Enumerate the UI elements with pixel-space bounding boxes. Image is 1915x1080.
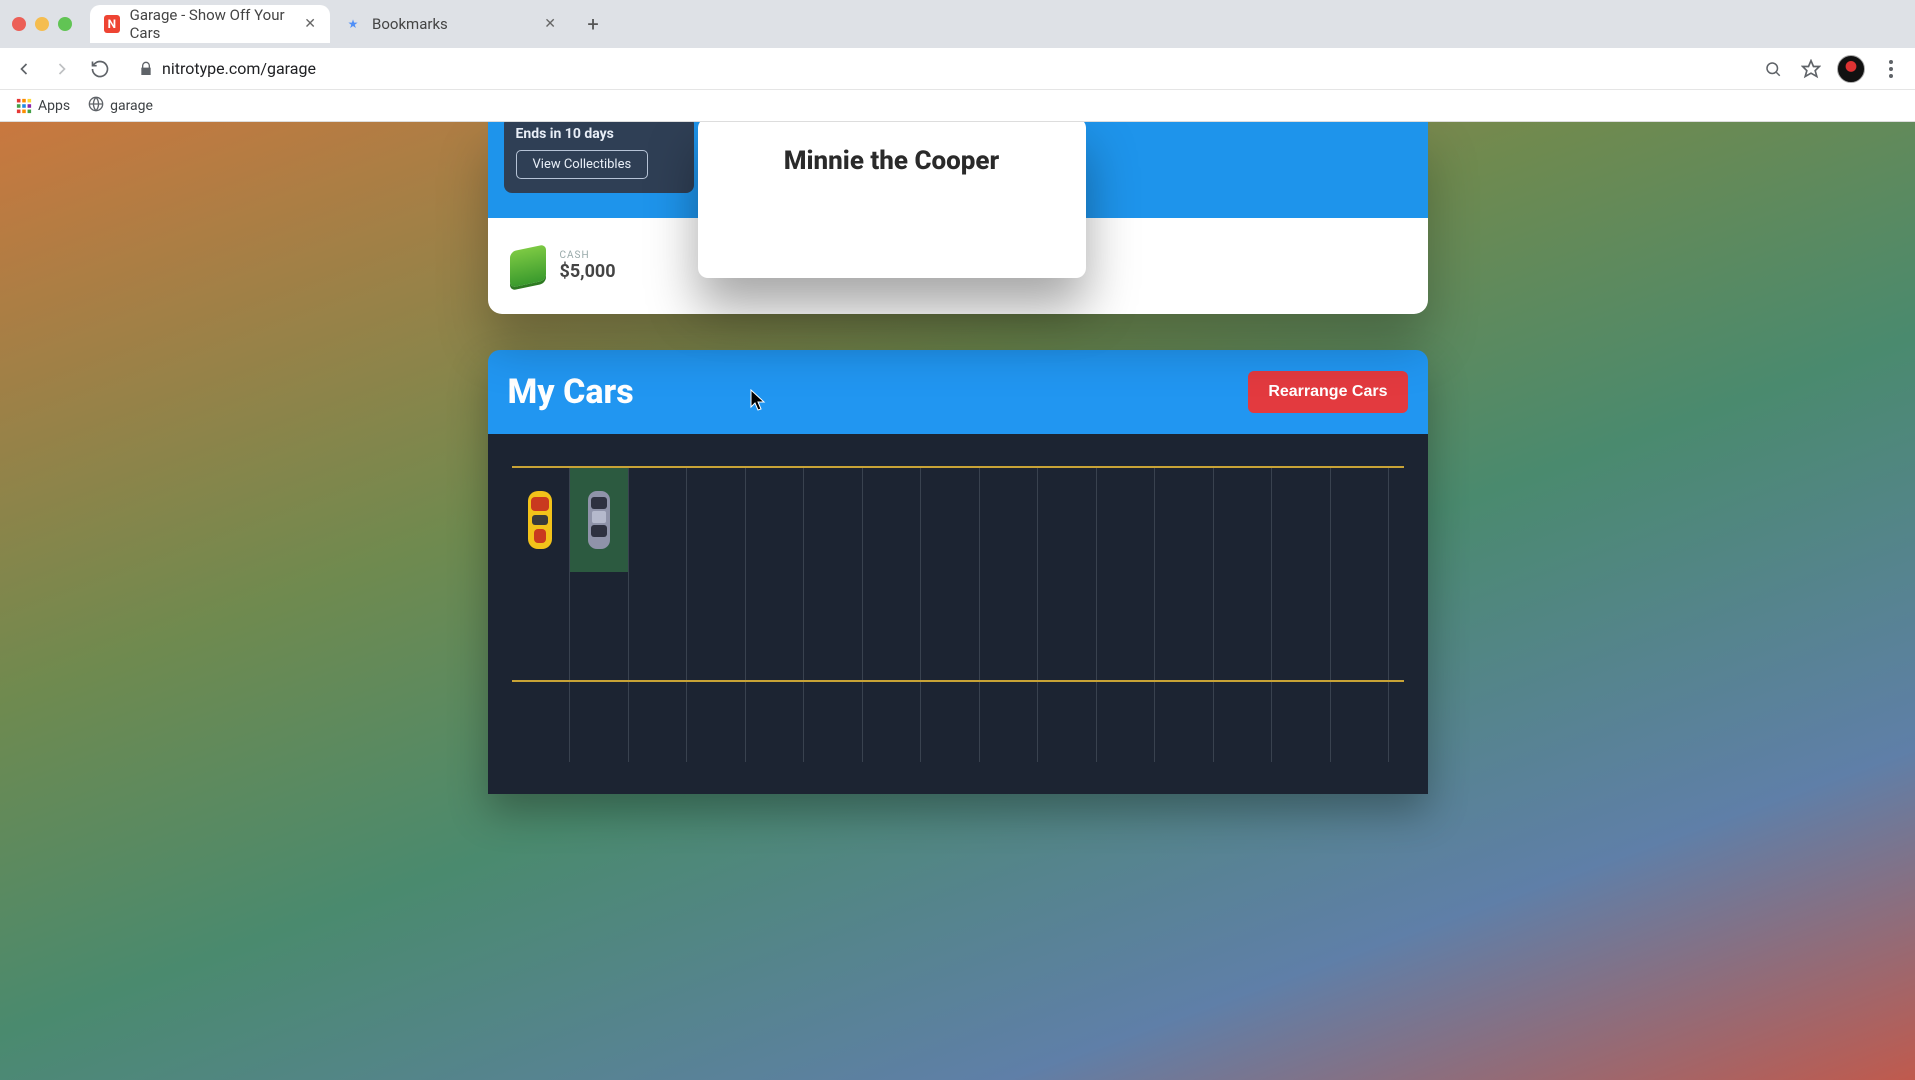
my-cars-title: My Cars [508,372,634,412]
forward-icon[interactable] [50,57,74,81]
garage-slot[interactable] [746,682,805,762]
maximize-window-icon[interactable] [58,17,72,31]
close-window-icon[interactable] [12,17,26,31]
garage-slot[interactable] [1155,682,1214,762]
apps-shortcut[interactable]: Apps [16,98,70,114]
garage-slot[interactable] [629,682,688,762]
cash-label: CASH [560,250,616,261]
close-tab-icon[interactable]: ✕ [544,16,556,32]
profile-avatar[interactable] [1837,55,1865,83]
garage-slot[interactable] [1331,572,1390,680]
star-icon: ★ [344,15,362,33]
garage-slot[interactable] [570,682,629,762]
garage-slot[interactable] [921,468,980,572]
tab-title: Bookmarks [372,15,448,33]
car-sprite-2[interactable] [584,487,614,553]
lock-icon [138,61,154,77]
menu-kebab-icon[interactable] [1879,57,1903,81]
cash-amount: $5,000 [560,261,616,282]
garage-slot[interactable] [512,682,571,762]
bookmarks-bar: Apps garage [0,90,1915,122]
back-icon[interactable] [12,57,36,81]
featured-car-card: Minnie the Cooper [698,122,1086,278]
rearrange-cars-button[interactable]: Rearrange Cars [1248,371,1407,413]
garage-slot[interactable] [1097,468,1156,572]
close-tab-icon[interactable]: ✕ [304,16,316,32]
garage-slot[interactable] [921,572,980,680]
garage-slot[interactable] [863,682,922,762]
garage-slot[interactable] [1272,468,1331,572]
garage-slot[interactable] [687,572,746,680]
garage-slot[interactable] [687,682,746,762]
garage-slot[interactable] [1097,572,1156,680]
address-bar: nitrotype.com/garage [0,48,1915,90]
garage-slot[interactable] [1155,572,1214,680]
garage-slot[interactable] [512,468,571,572]
garage-slot[interactable] [1331,468,1390,572]
garage-slot[interactable] [1038,572,1097,680]
garage-slot[interactable] [629,572,688,680]
garage-slot[interactable] [980,572,1039,680]
reload-icon[interactable] [88,57,112,81]
garage-slot[interactable] [1214,572,1273,680]
garage-slot[interactable] [629,468,688,572]
garage-slot[interactable] [804,468,863,572]
url-text: nitrotype.com/garage [162,59,316,78]
bookmark-garage[interactable]: garage [88,96,153,116]
page-viewport: Ends in 10 days View Collectibles Minnie… [0,122,1915,1080]
garage-slot[interactable] [746,572,805,680]
garage-slot[interactable] [570,572,629,680]
garage-slot-selected[interactable] [570,468,629,572]
promo-countdown: Ends in 10 days [516,126,682,142]
season-promo-box: Ends in 10 days View Collectibles [504,122,694,193]
garage-slot[interactable] [1214,682,1273,762]
bookmark-label: garage [110,98,153,114]
garage-slot[interactable] [1272,572,1331,680]
garage-slot[interactable] [1097,682,1156,762]
view-collectibles-button[interactable]: View Collectibles [516,150,649,179]
garage-slot[interactable] [1331,682,1390,762]
tab-title: Garage - Show Off Your Cars [130,6,295,42]
new-tab-button[interactable]: + [578,9,608,39]
window-titlebar: N Garage - Show Off Your Cars ✕ ★ Bookma… [0,0,1915,48]
my-cars-header: My Cars Rearrange Cars [488,350,1428,434]
bookmark-label: Apps [38,98,70,114]
garage-slot[interactable] [980,468,1039,572]
garage-slot[interactable] [1038,682,1097,762]
garage-slot[interactable] [921,682,980,762]
tab-garage[interactable]: N Garage - Show Off Your Cars ✕ [90,5,330,43]
minimize-window-icon[interactable] [35,17,49,31]
my-cars-panel: My Cars Rearrange Cars [488,350,1428,794]
garage-slot[interactable] [512,572,571,680]
featured-car-name: Minnie the Cooper [784,146,999,176]
apps-grid-icon [16,98,32,114]
garage-slot[interactable] [687,468,746,572]
garage-slot[interactable] [804,572,863,680]
traffic-lights[interactable] [12,17,72,31]
garage-slot[interactable] [863,468,922,572]
profile-header-card: Ends in 10 days View Collectibles Minnie… [488,122,1428,314]
nitrotype-favicon-icon: N [104,15,120,33]
garage-slot[interactable] [1272,682,1331,762]
garage-slot[interactable] [1038,468,1097,572]
url-input[interactable]: nitrotype.com/garage [126,54,1747,84]
bookmark-star-icon[interactable] [1799,57,1823,81]
garage-slot[interactable] [804,682,863,762]
search-icon[interactable] [1761,57,1785,81]
garage-slot[interactable] [1214,468,1273,572]
garage-slot[interactable] [746,468,805,572]
garage-slot[interactable] [1155,468,1214,572]
cash-icon [510,244,546,288]
tab-bookmarks[interactable]: ★ Bookmarks ✕ [330,5,570,43]
garage-slot[interactable] [980,682,1039,762]
garage-slot[interactable] [863,572,922,680]
globe-icon [88,96,104,116]
garage-grid [488,434,1428,794]
car-sprite-1[interactable] [525,487,555,553]
